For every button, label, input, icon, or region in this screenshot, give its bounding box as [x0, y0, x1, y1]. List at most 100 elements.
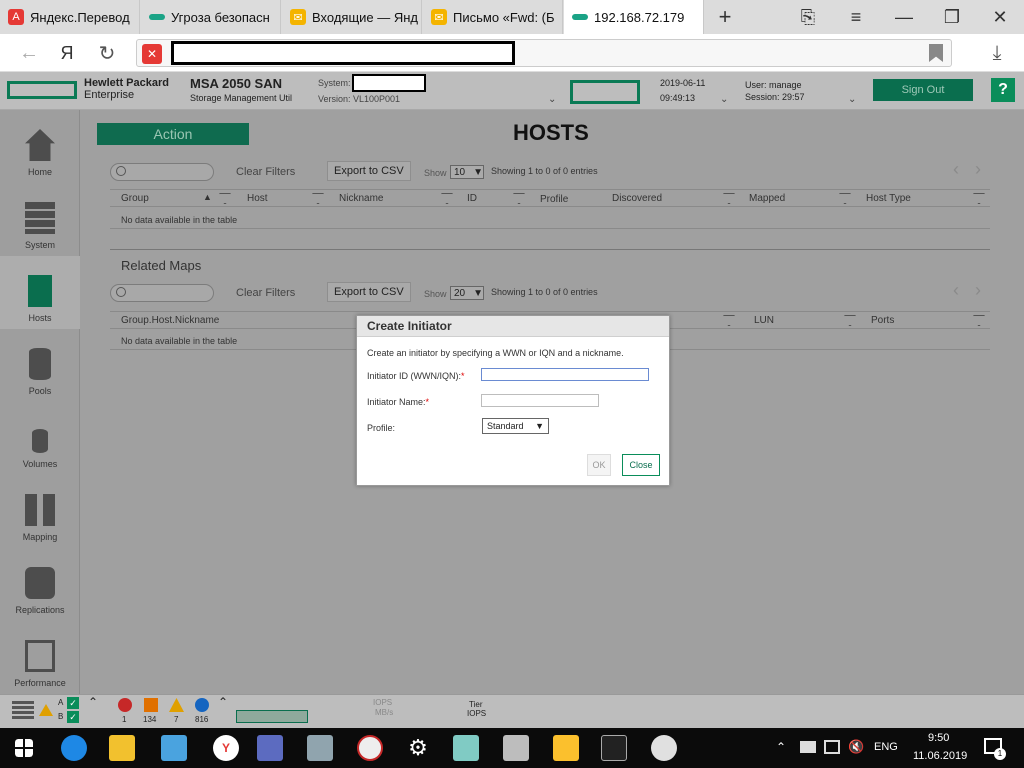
- next-page-icon[interactable]: ›: [975, 159, 981, 180]
- filter-icon[interactable]: [219, 193, 231, 204]
- maps-page-size-select[interactable]: 20 ▼: [450, 286, 484, 300]
- insecure-connection-icon[interactable]: ✕: [142, 44, 162, 64]
- remote-desktop-icon[interactable]: [154, 732, 194, 764]
- ok-button[interactable]: OK: [587, 454, 611, 476]
- filter-icon[interactable]: [844, 315, 856, 326]
- chevron-down-icon[interactable]: ⌄: [548, 94, 556, 105]
- profile-select[interactable]: Standard ▼: [482, 418, 549, 434]
- notification-count: 1: [994, 748, 1006, 760]
- chevron-down-icon[interactable]: ⌄: [848, 94, 856, 105]
- address-bar: ← Я ↻ ✕ ⤓: [0, 34, 1024, 72]
- col-ports[interactable]: Ports: [871, 315, 894, 326]
- filter-icon[interactable]: [973, 193, 985, 204]
- settings-gear-icon[interactable]: ⚙: [398, 732, 438, 764]
- bookmarks-manager-icon[interactable]: ⎘: [788, 0, 828, 34]
- col-host-type[interactable]: Host Type: [866, 193, 911, 204]
- initiator-id-label: Initiator ID (WWN/IQN):*: [367, 371, 465, 381]
- battery-icon[interactable]: [800, 741, 816, 753]
- prev-page-icon[interactable]: ‹: [953, 159, 959, 180]
- filter-icon[interactable]: [973, 315, 985, 326]
- next-page-icon[interactable]: ›: [975, 280, 981, 301]
- network-share-icon[interactable]: [546, 732, 586, 764]
- tab-yandex-translate[interactable]: A Яндекс.Перевод: [0, 0, 140, 34]
- filter-icon[interactable]: [441, 193, 453, 204]
- command-prompt-icon[interactable]: [594, 732, 634, 764]
- hosts-page-size-select[interactable]: 10 ▼: [450, 165, 484, 179]
- yandex-button[interactable]: Я: [52, 34, 82, 72]
- sign-out-button[interactable]: Sign Out: [873, 79, 973, 101]
- maps-clear-filters-button[interactable]: Clear Filters: [230, 283, 301, 303]
- clock-date[interactable]: 11.06.2019: [913, 750, 967, 762]
- filter-icon[interactable]: [513, 193, 525, 204]
- sidebar-item-pools[interactable]: Pools: [0, 329, 80, 402]
- volume-muted-icon[interactable]: 🔇: [848, 739, 864, 755]
- yandex-browser-icon[interactable]: Y: [206, 732, 246, 764]
- notepad-icon[interactable]: [446, 732, 486, 764]
- hosts-search-input[interactable]: [110, 163, 214, 181]
- col-host[interactable]: Host: [247, 193, 268, 204]
- col-profile[interactable]: Profile: [540, 194, 568, 205]
- pools-icon: [29, 348, 51, 380]
- sidebar-item-volumes[interactable]: Volumes: [0, 402, 80, 475]
- filter-icon[interactable]: [839, 193, 851, 204]
- filter-icon[interactable]: [723, 315, 735, 326]
- initiator-name-input[interactable]: [481, 394, 599, 407]
- col-discovered[interactable]: Discovered: [612, 193, 662, 204]
- reload-icon[interactable]: ↻: [92, 34, 122, 72]
- restore-icon[interactable]: ❐: [932, 0, 972, 34]
- new-tab-button[interactable]: +: [705, 0, 745, 34]
- sidebar-item-system[interactable]: System: [0, 183, 80, 256]
- chevron-up-icon[interactable]: ⌃: [218, 695, 228, 709]
- chevron-up-icon[interactable]: ⌃: [776, 740, 786, 754]
- bookmark-icon[interactable]: [929, 44, 943, 62]
- initiator-id-input[interactable]: [481, 368, 649, 381]
- prev-page-icon[interactable]: ‹: [953, 280, 959, 301]
- col-nickname[interactable]: Nickname: [339, 193, 383, 204]
- sidebar-item-home[interactable]: Home: [0, 110, 80, 183]
- hosts-clear-filters-button[interactable]: Clear Filters: [230, 162, 301, 182]
- maps-export-csv-button[interactable]: Export to CSV: [327, 282, 411, 302]
- language-indicator[interactable]: ENG: [874, 741, 898, 753]
- clock-time[interactable]: 9:50: [928, 732, 949, 744]
- close-window-icon[interactable]: ✕: [980, 0, 1020, 34]
- menu-icon[interactable]: ≡: [836, 0, 876, 34]
- network-computer-icon[interactable]: [300, 732, 340, 764]
- col-lun[interactable]: LUN: [754, 315, 774, 326]
- save-floppy-icon[interactable]: [250, 732, 290, 764]
- filter-icon[interactable]: [723, 193, 735, 204]
- check-icon: ✓: [67, 711, 79, 723]
- network-icon[interactable]: [824, 740, 840, 754]
- help-button[interactable]: ?: [991, 78, 1015, 102]
- sidebar-item-performance[interactable]: Performance: [0, 621, 80, 694]
- chevron-up-icon[interactable]: ⌃: [88, 695, 98, 709]
- sort-asc-icon[interactable]: ▲: [203, 192, 212, 202]
- col-group[interactable]: Group: [121, 193, 149, 204]
- download-icon[interactable]: ⤓: [982, 34, 1012, 72]
- col-id[interactable]: ID: [467, 193, 477, 204]
- back-icon[interactable]: ←: [14, 34, 44, 72]
- tab-inbox[interactable]: ✉ Входящие — Янд: [282, 0, 422, 34]
- sidebar-item-hosts[interactable]: Hosts: [0, 256, 80, 329]
- sidebar-item-replications[interactable]: Replications: [0, 548, 80, 621]
- server-manager-icon[interactable]: [496, 732, 536, 764]
- windows-start-icon[interactable]: [4, 732, 44, 764]
- col-mapped[interactable]: Mapped: [749, 193, 785, 204]
- maps-search-input[interactable]: [110, 284, 214, 302]
- action-button[interactable]: Action: [97, 123, 249, 145]
- clock-app-icon[interactable]: [350, 732, 390, 764]
- close-button[interactable]: Close: [622, 454, 660, 476]
- tab-security-threat[interactable]: Угроза безопасн: [141, 0, 281, 34]
- hosts-export-csv-button[interactable]: Export to CSV: [327, 161, 411, 181]
- chevron-down-icon[interactable]: ⌄: [720, 94, 728, 105]
- tab-letter[interactable]: ✉ Письмо «Fwd: (Б: [423, 0, 563, 34]
- internet-explorer-icon[interactable]: [54, 732, 94, 764]
- chevron-down-icon: ▼: [473, 166, 483, 178]
- file-explorer-icon[interactable]: [102, 732, 142, 764]
- url-field[interactable]: ✕: [136, 39, 952, 67]
- filter-icon[interactable]: [312, 193, 324, 204]
- minimize-icon[interactable]: —: [884, 0, 924, 34]
- sidebar-item-mapping[interactable]: Mapping: [0, 475, 80, 548]
- tab-msa-active[interactable]: 192.168.72.179: [564, 0, 704, 34]
- paint-icon[interactable]: [644, 732, 684, 764]
- col-group-host-nickname[interactable]: Group.Host.Nickname: [121, 315, 219, 326]
